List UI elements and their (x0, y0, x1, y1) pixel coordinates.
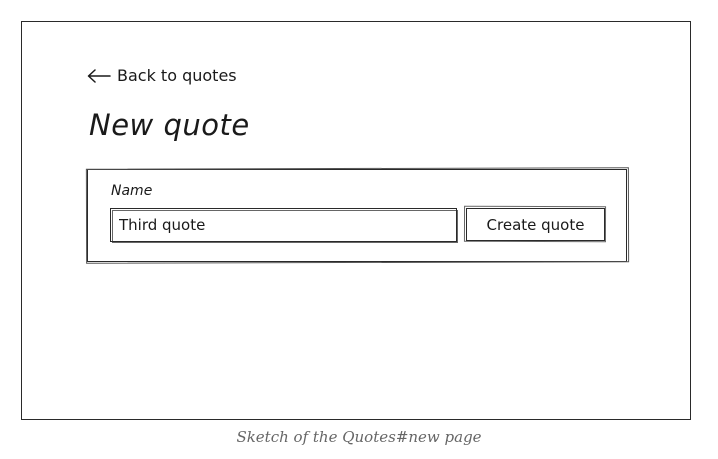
figure-caption: Sketch of the Quotes#new page (236, 428, 482, 446)
arrow-left-icon (87, 68, 111, 83)
create-quote-button[interactable]: Create quote (466, 208, 605, 241)
back-to-quotes-link[interactable]: Back to quotes (87, 66, 237, 85)
name-input[interactable] (110, 208, 457, 242)
back-link-label: Back to quotes (117, 66, 237, 85)
page-title: New quote (89, 108, 250, 142)
name-field-label: Name (111, 183, 153, 199)
